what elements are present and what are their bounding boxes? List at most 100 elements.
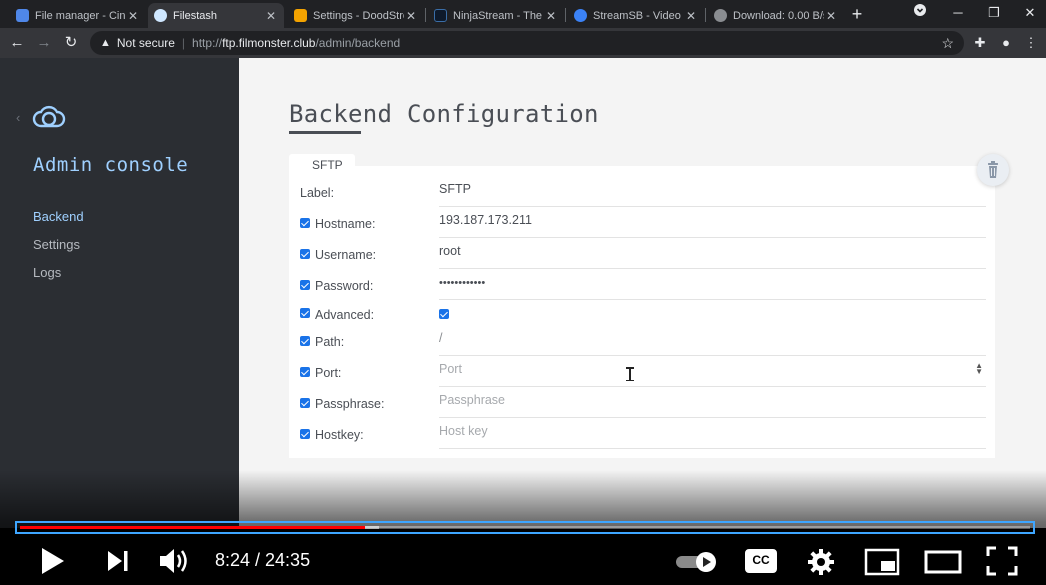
cloud-logo-icon <box>32 105 66 128</box>
security-label: Not secure <box>116 36 175 50</box>
stepper-arrows-icon[interactable]: ▲ ▼ <box>975 362 983 376</box>
captions-label: CC <box>752 553 770 567</box>
globe-icon <box>714 9 727 22</box>
path-label: Path: <box>315 335 345 349</box>
path-row: Path: / <box>300 328 986 359</box>
profile-icon[interactable]: ● <box>996 33 1016 53</box>
tab-separator <box>705 8 706 22</box>
tab-separator <box>565 8 566 22</box>
tab-title: Filestash <box>173 9 218 22</box>
warning-icon: ▲ <box>100 37 111 49</box>
tab-filestash[interactable]: Filestash ✕ <box>148 3 284 28</box>
ninjastream-icon <box>434 9 447 22</box>
text-cursor-icon <box>626 367 634 381</box>
chevron-left-icon[interactable]: ‹ <box>16 110 20 125</box>
menu-icon[interactable]: ⋮ <box>1021 33 1041 53</box>
label-input[interactable]: SFTP <box>439 179 986 207</box>
close-icon[interactable]: ✕ <box>544 9 558 23</box>
hostkey-label: Hostkey: <box>315 428 364 442</box>
tab-title: Download: 0.00 B/s <box>733 9 824 22</box>
passphrase-checkbox[interactable] <box>300 398 310 408</box>
username-input[interactable]: root <box>439 241 986 269</box>
browser-toolbar: ← → ↻ ▲ Not secure | http:// ftp.filmons… <box>0 28 1046 58</box>
settings-gear-icon[interactable] <box>806 547 836 577</box>
window-close-icon[interactable]: ✕ <box>1018 2 1042 24</box>
main-content: Backend Configuration SFTP Label: SFTP H… <box>239 58 1046 528</box>
username-label: Username: <box>315 248 377 262</box>
url-path: /admin/backend <box>315 36 401 50</box>
close-icon[interactable]: ✕ <box>404 9 418 23</box>
close-icon[interactable]: ✕ <box>824 9 838 23</box>
next-icon[interactable] <box>106 550 130 572</box>
extensions-icon[interactable]: ✚ <box>970 33 990 53</box>
page-title: Backend Configuration <box>289 100 599 128</box>
address-bar[interactable]: ▲ Not secure | http:// ftp.filmonster.cl… <box>90 31 964 55</box>
sidebar-item-logs[interactable]: Logs <box>33 265 61 280</box>
title-underline <box>289 131 361 134</box>
username-checkbox[interactable] <box>300 249 310 259</box>
sidebar: ‹ Admin console Backend Settings Logs <box>0 58 239 528</box>
label-field-label: Label: <box>300 186 335 200</box>
autoplay-toggle[interactable] <box>675 549 719 573</box>
password-input[interactable]: •••••••••••• <box>439 272 986 300</box>
close-icon[interactable]: ✕ <box>126 9 140 23</box>
port-row: Port: Port ▲ ▼ <box>300 359 986 390</box>
streamsb-icon <box>574 9 587 22</box>
database-icon <box>16 9 29 22</box>
close-icon[interactable]: ✕ <box>264 9 278 23</box>
advanced-checkbox[interactable] <box>300 308 310 318</box>
tab-separator <box>425 8 426 22</box>
console-title: Admin console <box>33 154 189 176</box>
hostkey-checkbox[interactable] <box>300 429 310 439</box>
captions-button[interactable]: CC <box>745 549 777 573</box>
browser-tab-bar: File manager - Cine ✕ Filestash ✕ Settin… <box>0 0 1046 28</box>
miniplayer-icon[interactable] <box>864 548 900 576</box>
minimize-icon[interactable]: ─ <box>946 2 970 24</box>
tab-search-icon[interactable] <box>908 2 932 24</box>
url-scheme: http:// <box>192 36 223 50</box>
sidebar-item-backend[interactable]: Backend <box>33 209 84 224</box>
time-display: 8:24 / 24:35 <box>215 550 311 570</box>
address-divider: | <box>181 36 186 50</box>
path-checkbox[interactable] <box>300 336 310 346</box>
hostname-label: Hostname: <box>315 217 376 231</box>
reload-icon[interactable]: ↻ <box>60 32 82 54</box>
progress-played <box>20 526 365 529</box>
restore-icon[interactable]: ❐ <box>982 2 1006 24</box>
theater-mode-icon[interactable] <box>924 549 962 575</box>
url-host: ftp.filmonster.club <box>222 36 316 50</box>
port-label: Port: <box>315 366 342 380</box>
tab-doodstream[interactable]: Settings - DoodStre ✕ <box>288 3 424 28</box>
port-checkbox[interactable] <box>300 367 310 377</box>
backend-tab-label: SFTP <box>312 158 343 172</box>
volume-icon[interactable] <box>158 546 192 576</box>
hostkey-input[interactable]: Host key <box>439 421 986 449</box>
password-row: Password: •••••••••••• <box>300 272 986 303</box>
tab-streamsb[interactable]: StreamSB - Video F ✕ <box>568 3 704 28</box>
passphrase-input[interactable]: Passphrase <box>439 390 986 418</box>
play-icon[interactable] <box>40 546 66 576</box>
close-icon[interactable]: ✕ <box>684 9 698 23</box>
tab-title: File manager - Cine <box>35 9 126 22</box>
password-checkbox[interactable] <box>300 280 310 290</box>
path-input[interactable]: / <box>439 328 986 356</box>
advanced-value-checkbox[interactable] <box>439 309 449 319</box>
tab-ninjastream[interactable]: NinjaStream - The b ✕ <box>428 3 564 28</box>
tab-file-manager[interactable]: File manager - Cine ✕ <box>10 3 146 28</box>
tab-title: Settings - DoodStre <box>313 9 404 22</box>
progress-bar[interactable] <box>15 521 1035 534</box>
bookmark-star-icon[interactable]: ☆ <box>941 35 954 52</box>
username-row: Username: root <box>300 241 986 272</box>
port-input[interactable]: Port <box>439 359 986 387</box>
doodstream-icon <box>294 9 307 22</box>
hostkey-row: Hostkey: Host key <box>300 421 986 452</box>
password-label: Password: <box>315 279 374 293</box>
back-arrow-icon[interactable]: ← <box>6 32 28 54</box>
forward-arrow-icon[interactable]: → <box>33 32 55 54</box>
hostname-checkbox[interactable] <box>300 218 310 228</box>
fullscreen-icon[interactable] <box>986 546 1018 576</box>
new-tab-button[interactable]: + <box>846 3 868 25</box>
hostname-input[interactable]: 193.187.173.211 <box>439 210 986 238</box>
sidebar-item-settings[interactable]: Settings <box>33 237 80 252</box>
tab-download[interactable]: Download: 0.00 B/s ✕ <box>708 3 844 28</box>
